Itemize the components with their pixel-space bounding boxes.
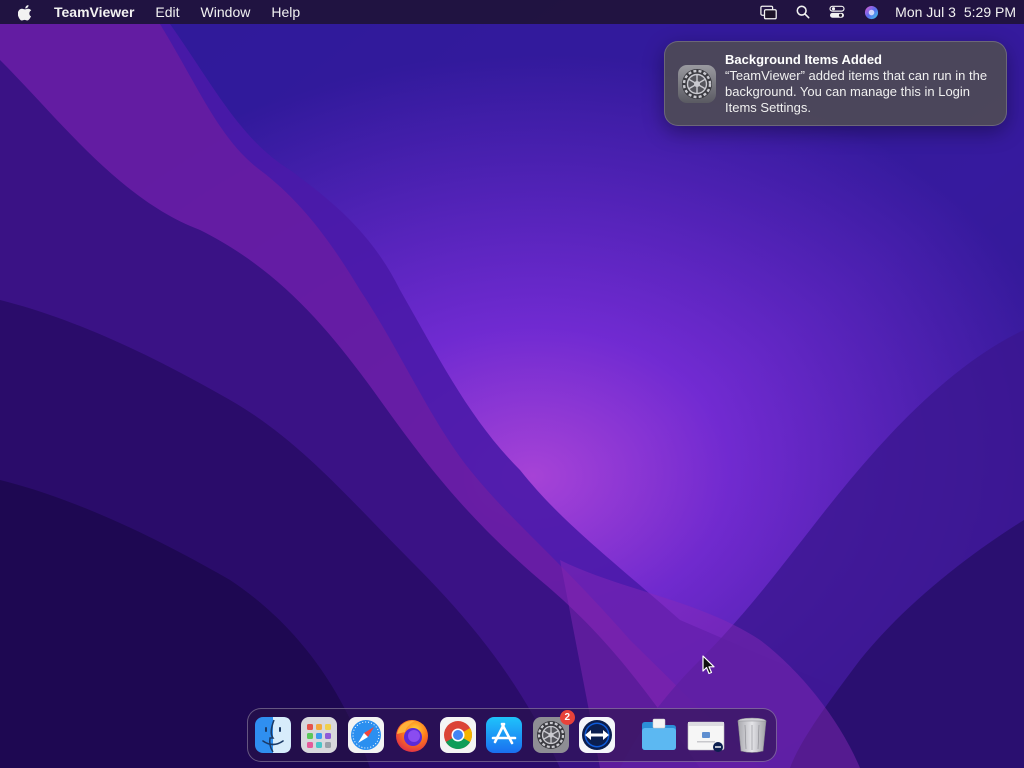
desktop: TeamViewer Edit Window Help Mon Jul 3 5:… xyxy=(0,0,1024,768)
dock-firefox[interactable] xyxy=(393,716,431,754)
downloads-folder-icon xyxy=(642,718,677,750)
system-settings-gear-icon xyxy=(677,64,717,104)
chrome-icon xyxy=(440,717,477,753)
dock-safari[interactable] xyxy=(347,716,385,754)
settings-badge: 2 xyxy=(559,710,575,725)
dock-teamviewer[interactable] xyxy=(578,716,616,754)
notification-title: Background Items Added xyxy=(725,52,882,67)
menu-clock[interactable]: Mon Jul 3 5:29 PM xyxy=(895,4,1016,20)
siri-icon[interactable] xyxy=(861,3,881,21)
menu-bar: TeamViewer Edit Window Help Mon Jul 3 5:… xyxy=(0,0,1024,24)
dock-downloads-folder[interactable] xyxy=(640,716,678,754)
menu-window[interactable]: Window xyxy=(201,0,251,24)
clock-time: 5:29 PM xyxy=(963,4,1016,20)
menu-help[interactable]: Help xyxy=(271,0,300,24)
background-items-notification[interactable]: Background Items Added “TeamViewer” adde… xyxy=(664,41,1007,126)
safari-icon xyxy=(347,717,384,753)
dock-launchpad[interactable] xyxy=(300,716,338,754)
screen-mirroring-icon[interactable] xyxy=(759,3,779,21)
notification-body: “TeamViewer” added items that can run in… xyxy=(725,68,988,115)
installer-window-icon xyxy=(687,721,724,752)
trash-icon xyxy=(737,717,767,753)
mouse-cursor-icon xyxy=(702,655,715,675)
firefox-icon xyxy=(395,720,428,752)
app-store-icon xyxy=(486,717,523,753)
dock-system-settings[interactable]: 2 xyxy=(532,710,575,754)
menu-app-name[interactable]: TeamViewer xyxy=(54,0,134,24)
launchpad-icon xyxy=(301,717,338,753)
dock: 2 xyxy=(247,708,777,762)
apple-logo-icon[interactable] xyxy=(18,3,34,21)
control-center-icon[interactable] xyxy=(827,3,847,21)
dock-trash[interactable] xyxy=(733,716,771,754)
search-icon[interactable] xyxy=(793,3,813,21)
finder-icon xyxy=(255,717,291,753)
menu-edit[interactable]: Edit xyxy=(155,0,179,24)
dock-app-store[interactable] xyxy=(485,716,523,754)
teamviewer-icon xyxy=(579,717,616,753)
clock-date: Mon Jul 3 xyxy=(895,4,956,20)
dock-installer-window[interactable] xyxy=(687,716,725,754)
dock-chrome[interactable] xyxy=(439,716,477,754)
dock-finder[interactable] xyxy=(254,716,292,754)
